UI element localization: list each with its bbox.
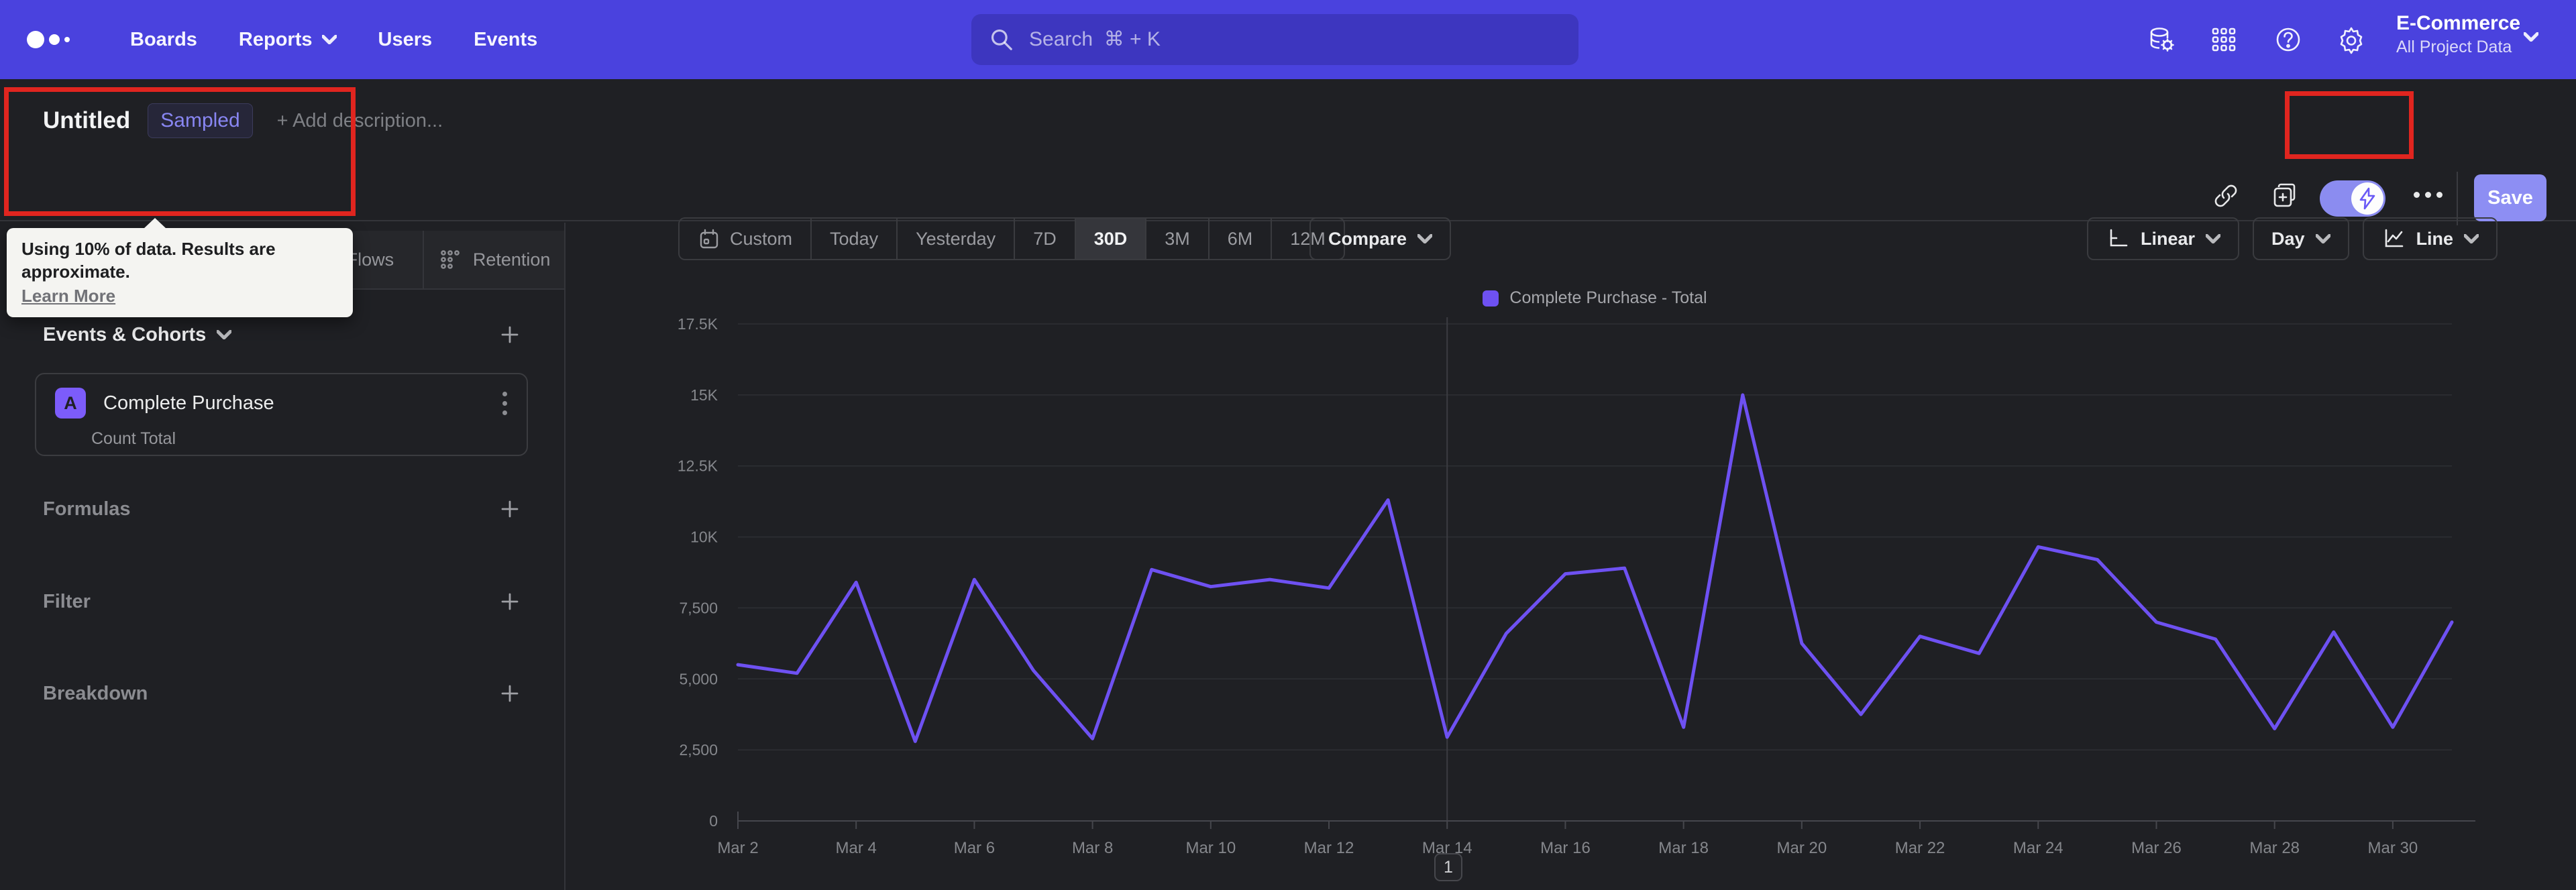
tab-label: Flows — [346, 249, 394, 270]
report-header: Untitled Sampled + Add description... Sa… — [0, 79, 2576, 317]
chevron-down-icon — [2464, 234, 2479, 243]
data-management-icon[interactable] — [2145, 24, 2176, 55]
sampling-toggle[interactable] — [2320, 180, 2385, 217]
range-6m[interactable]: 6M — [1208, 219, 1271, 259]
x-tick-label: Mar 10 — [1185, 839, 1236, 857]
add-formula-button[interactable] — [497, 496, 523, 522]
range-yesterday[interactable]: Yesterday — [896, 219, 1014, 259]
date-range-control: Custom Today Yesterday 7D 30D 3M 6M 12M — [678, 217, 1345, 260]
query-sidebar: Insights Funnels Flows Retention Events … — [0, 223, 566, 890]
legend-swatch — [1483, 290, 1499, 307]
learn-more-link[interactable]: Learn More — [21, 286, 115, 307]
project-name: E-Commerce — [2396, 12, 2521, 34]
linear-axis-icon — [2110, 229, 2128, 247]
series-line — [736, 393, 2454, 743]
add-breakdown-button[interactable] — [497, 681, 523, 706]
y-tick-label: 15K — [690, 386, 718, 404]
filter-section-label: Filter — [43, 590, 91, 612]
event-card-complete-purchase[interactable]: A Complete Purchase Count Total — [35, 373, 528, 456]
x-tick-label: Mar 8 — [1072, 839, 1113, 857]
nav-item-reports[interactable]: Reports — [239, 29, 337, 51]
help-icon[interactable] — [2273, 24, 2304, 55]
line-chart-icon — [2385, 229, 2403, 247]
sampled-badge[interactable]: Sampled — [148, 103, 253, 138]
tab-retention[interactable]: Retention — [423, 231, 564, 290]
calendar-icon — [700, 229, 718, 249]
project-chevron-icon[interactable] — [2524, 32, 2538, 42]
x-tick-label: Mar 24 — [2013, 839, 2063, 857]
x-tick-label: Mar 22 — [1895, 839, 1945, 857]
event-metric[interactable]: Count Total — [91, 429, 176, 449]
range-3m[interactable]: 3M — [1145, 219, 1208, 259]
y-tick-label: 0 — [709, 812, 718, 830]
report-title[interactable]: Untitled — [43, 107, 130, 134]
range-7d[interactable]: 7D — [1014, 219, 1075, 259]
range-custom[interactable]: Custom — [680, 219, 810, 259]
mixpanel-logo-icon[interactable] — [27, 31, 70, 48]
chevron-down-icon — [2315, 234, 2330, 243]
x-tick-label: Mar 6 — [954, 839, 995, 857]
save-button[interactable]: Save — [2474, 174, 2546, 221]
x-tick-label: Mar 30 — [2368, 839, 2418, 857]
interval-selector[interactable]: Day — [2253, 217, 2349, 260]
lightning-icon — [2359, 187, 2375, 210]
project-scope: All Project Data — [2396, 38, 2512, 56]
event-letter-badge: A — [55, 388, 86, 419]
sampling-tooltip: Using 10% of data. Results are approxima… — [7, 218, 353, 317]
y-tick-label: 17.5K — [678, 315, 718, 333]
y-tick-label: 10K — [690, 529, 718, 546]
apps-grid-icon[interactable] — [2208, 24, 2239, 55]
chevron-down-icon — [321, 35, 337, 44]
nav-item-users[interactable]: Users — [378, 29, 433, 51]
x-tick-label: Mar 4 — [836, 839, 877, 857]
x-tick-label: Mar 18 — [1658, 839, 1709, 857]
chart-type-selector[interactable]: Line — [2362, 217, 2498, 260]
y-tick-label: 2,500 — [679, 741, 718, 759]
copy-link-icon[interactable] — [2211, 181, 2241, 211]
y-tick-label: 7,500 — [679, 599, 718, 616]
x-tick-label: Mar 12 — [1304, 839, 1354, 857]
project-switcher[interactable]: E-Commerce All Project Data — [2396, 12, 2520, 57]
x-tick-label: Mar 16 — [1540, 839, 1591, 857]
more-options-icon[interactable] — [2414, 192, 2443, 198]
event-menu-icon[interactable] — [502, 391, 511, 415]
mixpanel-app: Boards Reports Users Events Search ⌘ + K… — [0, 0, 2576, 890]
events-cohorts-heading[interactable]: Events & Cohorts — [43, 324, 232, 346]
y-tick-label: 5,000 — [679, 670, 718, 687]
add-event-button[interactable] — [497, 322, 523, 347]
retention-icon — [440, 250, 460, 269]
breakdown-section-label: Breakdown — [43, 682, 148, 704]
tab-label: Retention — [472, 249, 551, 270]
top-nav-bar: Boards Reports Users Events Search ⌘ + K… — [0, 0, 2576, 79]
save-to-board-icon[interactable] — [2270, 181, 2300, 211]
global-search[interactable] — [971, 14, 1578, 65]
search-input[interactable] — [1029, 28, 1539, 51]
formulas-section-label: Formulas — [43, 498, 131, 520]
add-filter-button[interactable] — [497, 589, 523, 614]
add-description-field[interactable]: + Add description... — [277, 110, 443, 132]
nav-item-events[interactable]: Events — [474, 29, 537, 51]
range-today[interactable]: Today — [810, 219, 896, 259]
event-name[interactable]: Complete Purchase — [103, 392, 274, 414]
x-tick-label: Mar 20 — [1777, 839, 1827, 857]
insights-chart: Mar 2 Mar 4 Mar 6 Mar 8 Mar 10 Mar 12 Mar 14 Ma… — [678, 315, 2475, 857]
x-tick-label: Mar 26 — [2131, 839, 2182, 857]
chevron-down-icon — [217, 330, 232, 339]
settings-gear-icon[interactable] — [2336, 24, 2367, 55]
chart-page-indicator[interactable]: 1 — [1434, 853, 1462, 881]
toggle-knob — [2351, 182, 2383, 215]
x-tick-label: Mar 28 — [2249, 839, 2300, 857]
nav-item-boards[interactable]: Boards — [130, 29, 197, 51]
search-icon — [991, 29, 1012, 50]
scale-selector[interactable]: Linear — [2087, 217, 2240, 260]
range-30d[interactable]: 30D — [1074, 219, 1146, 259]
tooltip-text: Using 10% of data. Results are approxima… — [21, 239, 276, 282]
chevron-down-icon — [1417, 234, 1433, 243]
y-tick-label: 12.5K — [678, 457, 718, 475]
chevron-down-icon — [2206, 234, 2221, 243]
x-tick-label: Mar 2 — [717, 839, 758, 857]
compare-button[interactable]: Compare — [1309, 217, 1452, 260]
